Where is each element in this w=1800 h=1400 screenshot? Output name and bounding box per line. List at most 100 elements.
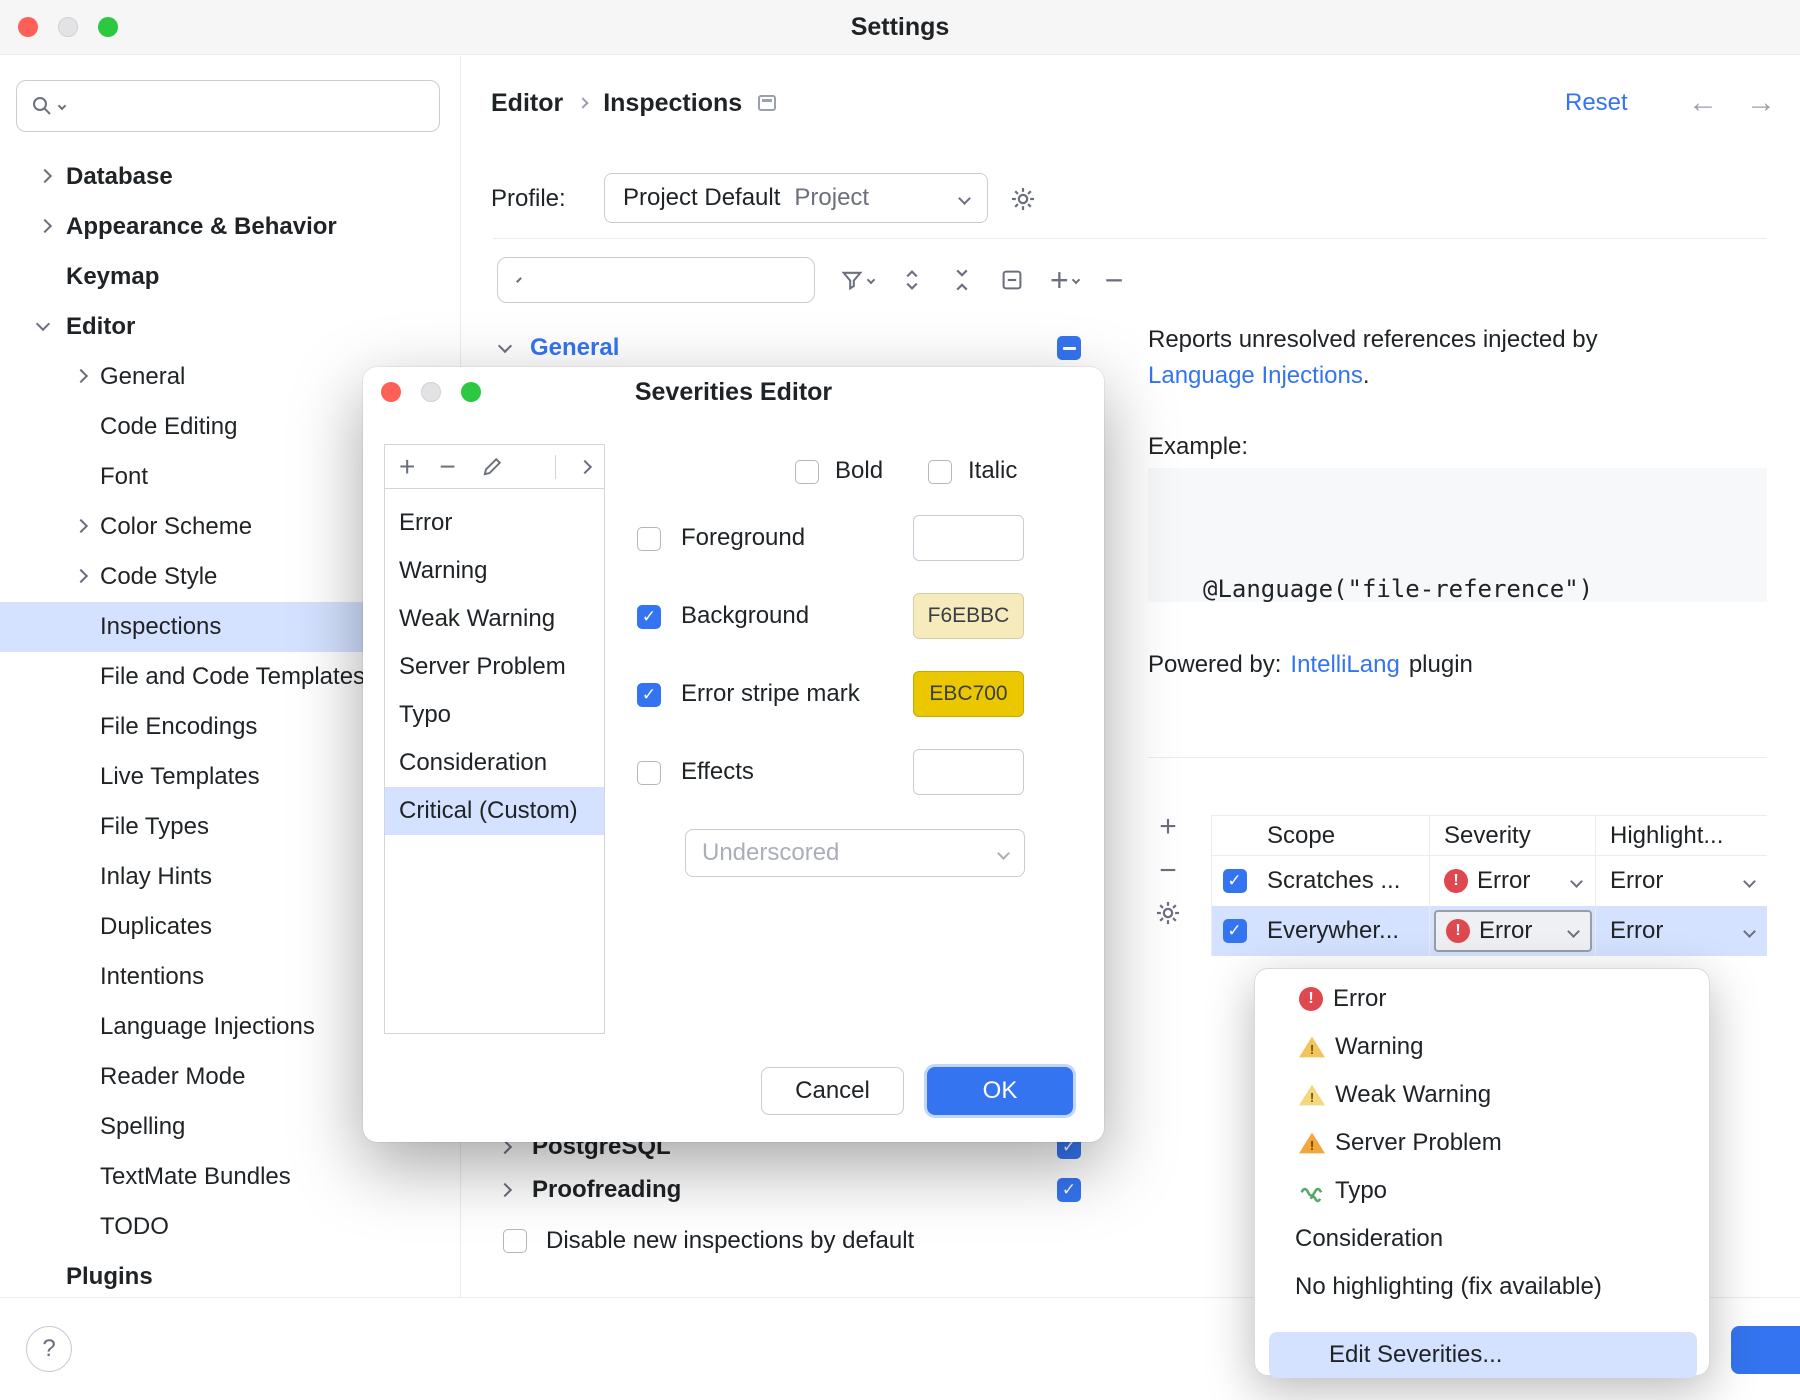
bold-checkbox[interactable] — [795, 460, 819, 484]
sidebar-item-plugins[interactable]: Plugins — [0, 1252, 460, 1302]
copy-settings-icon[interactable] — [758, 95, 776, 111]
menu-item-weak-warning[interactable]: Weak Warning — [1255, 1071, 1709, 1119]
chevron-right-icon[interactable] — [74, 569, 88, 583]
forward-arrow-icon[interactable] — [1746, 88, 1776, 118]
powered-by-text: Powered by: — [1148, 651, 1281, 679]
reset-filter-button[interactable] — [1000, 268, 1024, 292]
inspections-search-input[interactable] — [526, 258, 836, 302]
remove-severity-button[interactable] — [439, 453, 455, 481]
scope-enabled-checkbox[interactable] — [1223, 869, 1247, 893]
chevron-right-icon[interactable] — [498, 1140, 512, 1154]
chevron-down-icon — [867, 276, 875, 284]
filter-button[interactable] — [840, 268, 874, 292]
menu-item-consideration[interactable]: Consideration — [1255, 1215, 1709, 1263]
cancel-button[interactable]: Cancel — [761, 1067, 904, 1115]
sidebar-item-keymap[interactable]: Keymap — [0, 252, 460, 302]
effect-style-select[interactable]: Underscored — [685, 829, 1025, 877]
severity-list-item-critical-custom[interactable]: Critical (Custom) — [385, 787, 604, 835]
sidebar-search-input[interactable] — [71, 81, 439, 131]
sidebar-item-todo[interactable]: TODO — [0, 1202, 460, 1252]
severity-list-toolbar — [385, 445, 604, 489]
menu-item-typo[interactable]: Typo — [1255, 1167, 1709, 1215]
help-button[interactable]: ? — [26, 1326, 72, 1372]
severity-dropdown-open[interactable]: Error — [1434, 910, 1592, 952]
chevron-right-icon[interactable] — [38, 219, 52, 233]
ok-button-partial[interactable] — [1731, 1326, 1800, 1374]
chevron-right-icon[interactable] — [498, 1183, 512, 1197]
inspections-search[interactable] — [497, 257, 815, 303]
chevron-down-icon[interactable] — [498, 339, 512, 353]
background-checkbox[interactable] — [637, 605, 661, 629]
add-severity-button[interactable] — [399, 453, 415, 481]
chevron-right-icon[interactable] — [74, 369, 88, 383]
foreground-checkbox[interactable] — [637, 527, 661, 551]
proofreading-group-checkbox[interactable] — [1057, 1178, 1081, 1202]
collapse-all-button[interactable] — [950, 268, 974, 292]
gear-icon — [1010, 186, 1036, 212]
ok-button[interactable]: OK — [927, 1067, 1073, 1115]
breadcrumb-editor[interactable]: Editor — [491, 89, 563, 118]
severity-list-item-typo[interactable]: Typo — [385, 691, 604, 739]
scope-row-everywhere[interactable]: Everywher... Error Error — [1212, 906, 1767, 956]
chevron-down-icon[interactable] — [36, 317, 50, 331]
filter-icon — [840, 268, 864, 292]
sidebar-item-appearance-behavior[interactable]: Appearance & Behavior — [0, 202, 460, 252]
sidebar-search[interactable] — [16, 80, 440, 132]
remove-scope-button[interactable] — [1159, 856, 1177, 886]
scope-enabled-checkbox[interactable] — [1223, 919, 1247, 943]
severity-list-item-server-problem[interactable]: Server Problem — [385, 643, 604, 691]
scope-row-scratches[interactable]: Scratches ... Error Error — [1212, 856, 1767, 906]
remove-inspection-button[interactable] — [1105, 264, 1124, 296]
inspections-toolbar — [840, 257, 1123, 303]
chevron-right-icon[interactable] — [578, 459, 592, 473]
severity-list-item-error[interactable]: Error — [385, 499, 604, 547]
tree-group-proofreading[interactable]: Proofreading — [500, 1167, 681, 1213]
add-scope-button[interactable] — [1159, 812, 1177, 842]
sidebar-item-textmate-bundles[interactable]: TextMate Bundles — [0, 1152, 460, 1202]
menu-item-warning[interactable]: Warning — [1255, 1023, 1709, 1071]
add-inspection-button[interactable] — [1050, 264, 1079, 296]
sidebar-item-label: Duplicates — [100, 913, 212, 941]
background-color-swatch[interactable]: F6EBBC — [913, 593, 1024, 639]
effects-color-swatch[interactable] — [913, 749, 1024, 795]
menu-item-no-highlighting[interactable]: No highlighting (fix available) — [1255, 1263, 1709, 1311]
sidebar-item-database[interactable]: Database — [0, 152, 460, 202]
search-icon — [31, 95, 53, 117]
intellilang-link[interactable]: IntelliLang — [1290, 651, 1399, 679]
breadcrumb-separator-icon — [578, 97, 589, 108]
menu-item-edit-severities[interactable]: Edit Severities... — [1269, 1332, 1697, 1378]
chevron-right-icon[interactable] — [74, 519, 88, 533]
severity-list-item-weak-warning[interactable]: Weak Warning — [385, 595, 604, 643]
severity-list-item-warning[interactable]: Warning — [385, 547, 604, 595]
chevron-down-icon — [1743, 875, 1756, 888]
general-group-checkbox[interactable] — [1057, 336, 1081, 360]
highlight-dropdown[interactable]: Error — [1595, 906, 1768, 956]
error-stripe-checkbox[interactable] — [637, 683, 661, 707]
severity-dropdown[interactable]: Error — [1429, 856, 1595, 906]
menu-item-server-problem[interactable]: Server Problem — [1255, 1119, 1709, 1167]
profile-gear-button[interactable] — [1010, 186, 1036, 212]
expand-all-button[interactable] — [900, 268, 924, 292]
menu-item-error[interactable]: Error — [1255, 975, 1709, 1023]
edit-severity-button[interactable] — [480, 455, 504, 479]
tree-group-label: General — [530, 334, 619, 362]
tree-group-general[interactable]: General — [500, 325, 619, 371]
disable-new-inspections-checkbox[interactable] — [503, 1229, 527, 1253]
highlight-dropdown[interactable]: Error — [1595, 856, 1768, 906]
profile-select[interactable]: Project Default Project — [604, 173, 988, 223]
foreground-color-swatch[interactable] — [913, 515, 1024, 561]
window-titlebar: Settings — [0, 0, 1800, 55]
error-stripe-label: Error stripe mark — [681, 681, 860, 707]
effects-checkbox[interactable] — [637, 761, 661, 785]
back-arrow-icon[interactable] — [1688, 88, 1718, 118]
reset-link[interactable]: Reset — [1565, 80, 1628, 126]
language-injections-link[interactable]: Language Injections — [1148, 362, 1363, 389]
sidebar-item-editor[interactable]: Editor — [0, 302, 460, 352]
scope-settings-button[interactable] — [1155, 900, 1181, 926]
severity-list-item-consideration[interactable]: Consideration — [385, 739, 604, 787]
error-stripe-color-swatch[interactable]: EBC700 — [913, 671, 1024, 717]
menu-item-label: Error — [1333, 985, 1386, 1013]
chevron-right-icon[interactable] — [38, 169, 52, 183]
italic-checkbox[interactable] — [928, 460, 952, 484]
severity-value: Error — [1477, 867, 1530, 895]
